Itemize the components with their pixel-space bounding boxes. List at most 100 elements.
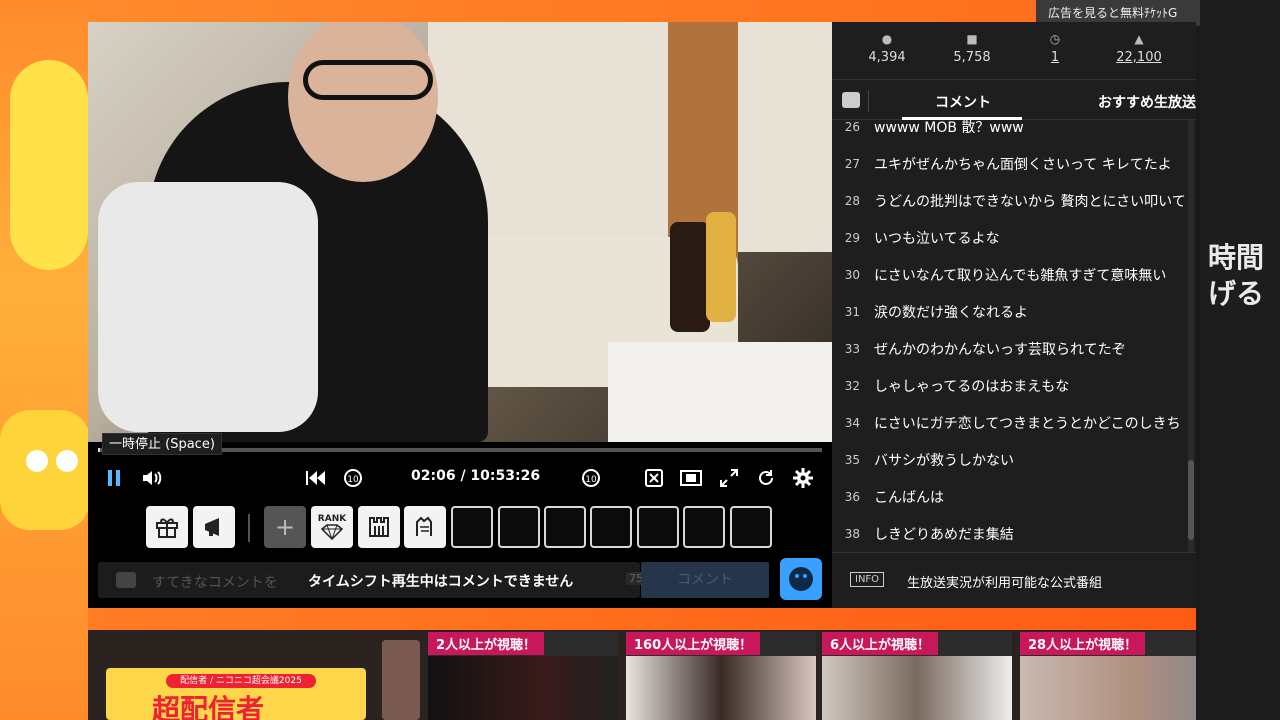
castle-icon: [369, 517, 389, 537]
stats-bar: ● 4,394 ■ 5,758 ◷ 1 ▲ 22,100: [832, 22, 1196, 80]
comment-row[interactable]: 34 にさいにガチ恋してつきまとうとかどこのしきち: [832, 404, 1196, 441]
comment-scrollbar[interactable]: [1188, 120, 1194, 552]
timeshift-count[interactable]: ◷ 1: [1010, 32, 1100, 65]
forward-10-button[interactable]: 10: [579, 466, 603, 490]
rewind-10-button[interactable]: 10: [341, 466, 365, 490]
comment-input[interactable]: すてきなコメントを タイムシフト再生中はコメントできません 75: [98, 562, 646, 598]
rank-button[interactable]: RANK: [311, 506, 353, 548]
tab-comments[interactable]: コメント: [935, 92, 991, 112]
reload-button[interactable]: [754, 466, 778, 490]
recommended-stream[interactable]: 28人以上が視聴！: [1020, 632, 1196, 720]
recommended-stream[interactable]: 2人以上が視聴！: [428, 632, 618, 720]
tab-recommended[interactable]: おすすめ生放送: [1098, 92, 1196, 112]
side-banner-text: 時間 げる: [1208, 240, 1264, 312]
ad-points[interactable]: ▲ 22,100: [1094, 32, 1184, 65]
empty-item-slot[interactable]: [730, 506, 772, 548]
comment-text: こんばんは: [874, 489, 944, 506]
timeshift-count-value[interactable]: 1: [1051, 50, 1059, 65]
comment-row[interactable]: 31 涙の数だけ強くなれるよ: [832, 293, 1196, 330]
theater-mode-button[interactable]: [679, 466, 703, 490]
add-item-button[interactable]: +: [264, 506, 306, 548]
comment-row[interactable]: 32 しゃしゃってるのはおまえもな: [832, 367, 1196, 404]
gear-icon: [793, 468, 813, 488]
comment-row[interactable]: 26 wwww MOB 散？www: [832, 120, 1196, 145]
gift-button[interactable]: [146, 506, 188, 548]
comment-row[interactable]: 33 ぜんかのわかんないっす芸取られてたぞ: [832, 330, 1196, 367]
comment-settings-icon[interactable]: [116, 572, 136, 588]
info-text: 生放送実況が利用可能な公式番組: [907, 576, 1103, 591]
decorative-dot: [26, 450, 48, 472]
skip-to-start-button[interactable]: [304, 466, 328, 490]
gift-toolbar: + RANK: [88, 504, 832, 550]
comment-row[interactable]: 27 ユキがぜんかちゃん面倒くさいって キレてたよ: [832, 145, 1196, 182]
character-item-button[interactable]: [404, 506, 446, 548]
video-scene: [303, 60, 433, 100]
comment-number: 31: [844, 304, 860, 319]
side-banner-line: 時間: [1208, 241, 1265, 274]
video-scene: [670, 222, 710, 332]
comment-text: しゃしゃってるのはおまえもな: [874, 378, 1070, 395]
recommended-stream[interactable]: 160人以上が視聴！: [626, 632, 816, 720]
clock-icon: ◷: [1049, 32, 1061, 46]
empty-item-slot[interactable]: [498, 506, 540, 548]
promo-banner[interactable]: 配信者 / ニコニコ超会議2025 超配信者: [106, 668, 366, 720]
pause-icon: [108, 470, 120, 486]
comment-count: ■ 5,758: [927, 32, 1017, 65]
comment-toggle-button[interactable]: [642, 466, 666, 490]
empty-item-slot[interactable]: [590, 506, 632, 548]
decorative-speech-bubble: [0, 410, 90, 530]
stream-thumbnail: [626, 656, 816, 720]
viewer-count-value: 4,394: [868, 50, 906, 65]
recommended-stream[interactable]: 6人以上が視聴！: [822, 632, 1012, 720]
comment-row[interactable]: 28 うどんの批判はできないから 贅肉とにさい叩いて: [832, 182, 1196, 219]
playback-time: 02:06 / 10:53:26: [411, 468, 541, 484]
comment-row[interactable]: 38 しきどりあめだま集結: [832, 515, 1196, 552]
comment-row[interactable]: 35 バサシが救うしかない: [832, 441, 1196, 478]
decorative-background-top: [90, 0, 1200, 22]
viewer-label: 6人以上が視聴！: [822, 632, 939, 655]
video-frame[interactable]: [88, 22, 832, 442]
empty-item-slot[interactable]: [451, 506, 493, 548]
comment-row[interactable]: 30 にさいなんて取り込んでも雑魚すぎて意味無い: [832, 256, 1196, 293]
comment-number: 26: [844, 120, 860, 134]
comment-row[interactable]: 29 いつも泣いてるよな: [832, 219, 1196, 256]
comment-text: バサシが救うしかない: [874, 452, 1014, 469]
emotion-button[interactable]: [780, 558, 822, 600]
volume-button[interactable]: [140, 466, 164, 490]
comment-list[interactable]: 26 wwww MOB 散？www 27 ユキがぜんかちゃん面倒くさいって キレてたよ…: [832, 120, 1196, 552]
plus-icon: +: [274, 513, 296, 541]
stream-thumbnail: [1020, 656, 1196, 720]
panel-tabs: コメント おすすめ生放送: [832, 82, 1196, 120]
scrollbar-thumb[interactable]: [1188, 460, 1194, 540]
stream-thumbnail: [428, 656, 618, 720]
theater-icon: [680, 470, 702, 486]
rewind-icon: 10: [344, 469, 362, 487]
comment-number: 27: [844, 156, 860, 171]
comment-number: 28: [844, 193, 860, 208]
comment-settings-icon[interactable]: [842, 92, 860, 108]
ad-button[interactable]: [193, 506, 235, 548]
smiley-icon: [789, 567, 813, 591]
megaphone-icon: ▲: [1134, 32, 1144, 46]
empty-item-slot[interactable]: [683, 506, 725, 548]
comment-text: ユキがぜんかちゃん面倒くさいって キレてたよ: [874, 156, 1172, 173]
pause-button[interactable]: [102, 466, 126, 490]
comment-text: にさいなんて取り込んでも雑魚すぎて意味無い: [874, 267, 1167, 284]
empty-item-slot[interactable]: [637, 506, 679, 548]
settings-button[interactable]: [791, 466, 815, 490]
empty-item-slot[interactable]: [544, 506, 586, 548]
fullscreen-button[interactable]: [717, 466, 741, 490]
comment-off-icon: [645, 469, 663, 487]
castle-item-button[interactable]: [358, 506, 400, 548]
comment-text: にさいにガチ恋してつきまとうとかどこのしきち: [874, 415, 1181, 432]
decorative-background-left: [0, 0, 90, 720]
comment-row[interactable]: 36 こんばんは: [832, 478, 1196, 515]
ad-points-value[interactable]: 22,100: [1116, 50, 1162, 65]
video-scene: [706, 212, 736, 322]
decorative-blob: [10, 60, 88, 270]
person-icon: ●: [881, 32, 893, 46]
megaphone-icon: [205, 518, 219, 536]
comment-count-value: 5,758: [953, 50, 991, 65]
comment-submit-button[interactable]: コメント: [641, 562, 769, 598]
video-scene: [608, 342, 832, 442]
